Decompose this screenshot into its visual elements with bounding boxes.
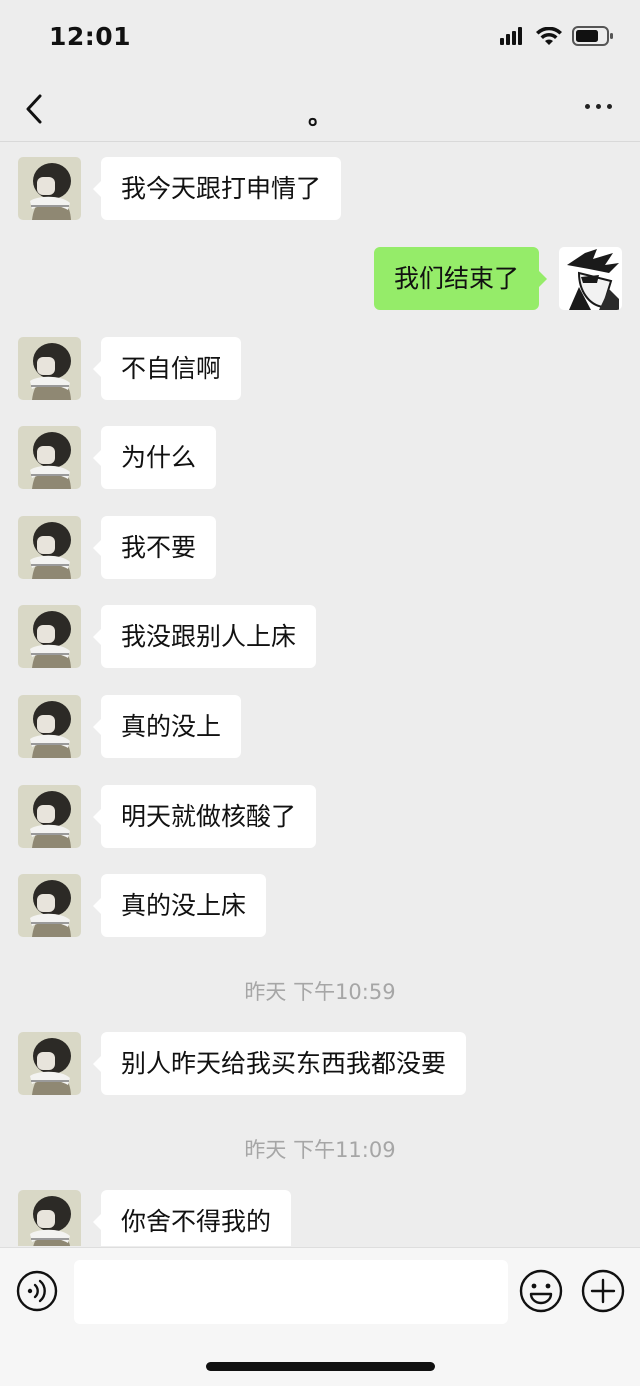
message-bubble[interactable]: 别人昨天给我买东西我都没要 bbox=[92, 1032, 467, 1095]
battery-icon bbox=[572, 26, 613, 46]
voice-icon[interactable] bbox=[16, 1270, 58, 1312]
avatar[interactable] bbox=[18, 426, 81, 489]
message-bubble[interactable]: 我没跟别人上床 bbox=[92, 605, 317, 668]
avatar[interactable] bbox=[18, 1190, 81, 1246]
message-bubble[interactable]: 我不要 bbox=[92, 516, 217, 579]
status-icons bbox=[500, 26, 614, 46]
message-list[interactable]: 我今天跟打申情了 我们结束了 不自信啊 为什么 我不要 我没跟别人上床 真的没上… bbox=[0, 142, 640, 1246]
timestamp: 昨天 下午11:09 bbox=[244, 1138, 396, 1162]
avatar[interactable] bbox=[18, 337, 81, 400]
input-bar bbox=[0, 1247, 640, 1386]
status-time: 12:01 bbox=[49, 22, 132, 51]
home-indicator bbox=[206, 1362, 435, 1371]
cellular-signal-icon bbox=[500, 27, 522, 45]
avatar[interactable] bbox=[559, 247, 622, 310]
message-bubble[interactable]: 你舍不得我的 bbox=[92, 1190, 292, 1246]
message-bubble[interactable]: 我们结束了 bbox=[373, 247, 548, 310]
message-bubble[interactable]: 为什么 bbox=[92, 426, 217, 489]
plus-icon[interactable] bbox=[581, 1269, 625, 1313]
message-bubble[interactable]: 真的没上床 bbox=[92, 874, 267, 937]
message-bubble[interactable]: 真的没上 bbox=[92, 695, 242, 758]
avatar[interactable] bbox=[18, 516, 81, 579]
avatar[interactable] bbox=[18, 785, 81, 848]
status-bar: 12:01 bbox=[0, 0, 640, 78]
avatar[interactable] bbox=[18, 1032, 81, 1095]
message-input[interactable] bbox=[74, 1260, 508, 1324]
chat-title: 。 bbox=[308, 102, 332, 130]
avatar[interactable] bbox=[18, 605, 81, 668]
message-bubble[interactable]: 明天就做核酸了 bbox=[92, 785, 317, 848]
emoji-icon[interactable] bbox=[519, 1269, 563, 1313]
timestamp: 昨天 下午10:59 bbox=[244, 980, 396, 1004]
more-dots-icon[interactable] bbox=[585, 104, 612, 109]
wifi-icon bbox=[536, 26, 562, 45]
avatar[interactable] bbox=[18, 157, 81, 220]
message-bubble[interactable]: 我今天跟打申情了 bbox=[92, 157, 342, 220]
avatar[interactable] bbox=[18, 695, 81, 758]
chat-header: 。 bbox=[0, 78, 640, 142]
message-bubble[interactable]: 不自信啊 bbox=[92, 337, 242, 400]
avatar[interactable] bbox=[18, 874, 81, 937]
